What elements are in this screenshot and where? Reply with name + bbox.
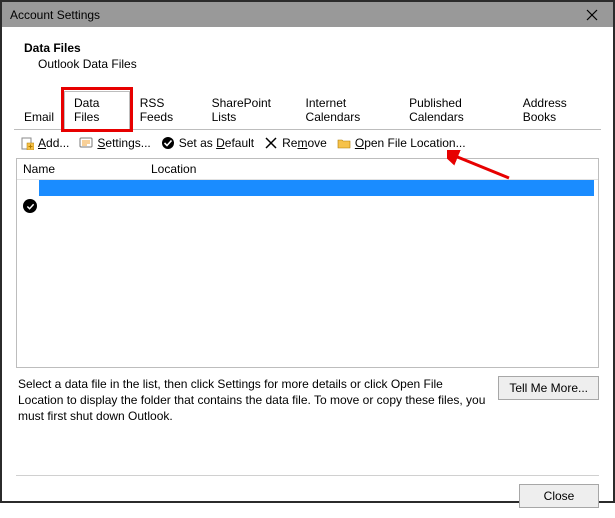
delete-icon (264, 136, 278, 150)
open-file-location-button[interactable]: Open File Location... (337, 136, 466, 150)
folder-icon (337, 136, 351, 150)
tab-data-files[interactable]: Data Files (64, 91, 130, 130)
heading-title: Data Files (24, 41, 613, 55)
heading: Data Files Outlook Data Files (2, 27, 613, 81)
dialog-window: Account Settings Data Files Outlook Data… (0, 0, 615, 503)
titlebar: Account Settings (2, 2, 613, 27)
tab-address-books[interactable]: Address Books (513, 91, 601, 129)
tab-published-calendars[interactable]: Published Calendars (399, 91, 513, 129)
settings-button[interactable]: Settings... (79, 136, 150, 150)
help-row: Select a data file in the list, then cli… (18, 376, 599, 425)
list-row[interactable] (17, 198, 598, 214)
list-row-selected[interactable] (39, 180, 594, 196)
heading-subtitle: Outlook Data Files (38, 57, 613, 71)
help-text: Select a data file in the list, then cli… (18, 376, 490, 425)
settings-icon (79, 136, 93, 150)
column-name[interactable]: Name (23, 162, 151, 176)
footer: Close (2, 476, 613, 518)
data-files-list[interactable]: Name Location (16, 158, 599, 368)
tab-sharepoint-lists[interactable]: SharePoint Lists (202, 91, 296, 129)
close-button[interactable] (571, 2, 613, 27)
tab-internet-calendars[interactable]: Internet Calendars (296, 91, 400, 129)
tell-me-more-button[interactable]: Tell Me More... (498, 376, 599, 400)
list-header: Name Location (17, 159, 598, 180)
toolbar: Add... Settings... Set as Default Remove… (2, 130, 613, 154)
add-file-icon (20, 136, 34, 150)
titlebar-title: Account Settings (10, 8, 100, 22)
set-default-button[interactable]: Set as Default (161, 136, 254, 150)
tabstrip: Email Data Files RSS Feeds SharePoint Li… (14, 91, 601, 130)
add-button[interactable]: Add... (20, 136, 69, 150)
tab-email[interactable]: Email (14, 105, 64, 129)
tab-rss-feeds[interactable]: RSS Feeds (130, 91, 202, 129)
close-dialog-button[interactable]: Close (519, 484, 599, 508)
checkmark-circle-icon (161, 136, 175, 150)
close-icon (586, 9, 598, 21)
remove-button[interactable]: Remove (264, 136, 327, 150)
default-check-icon (23, 199, 37, 213)
column-location[interactable]: Location (151, 162, 592, 176)
